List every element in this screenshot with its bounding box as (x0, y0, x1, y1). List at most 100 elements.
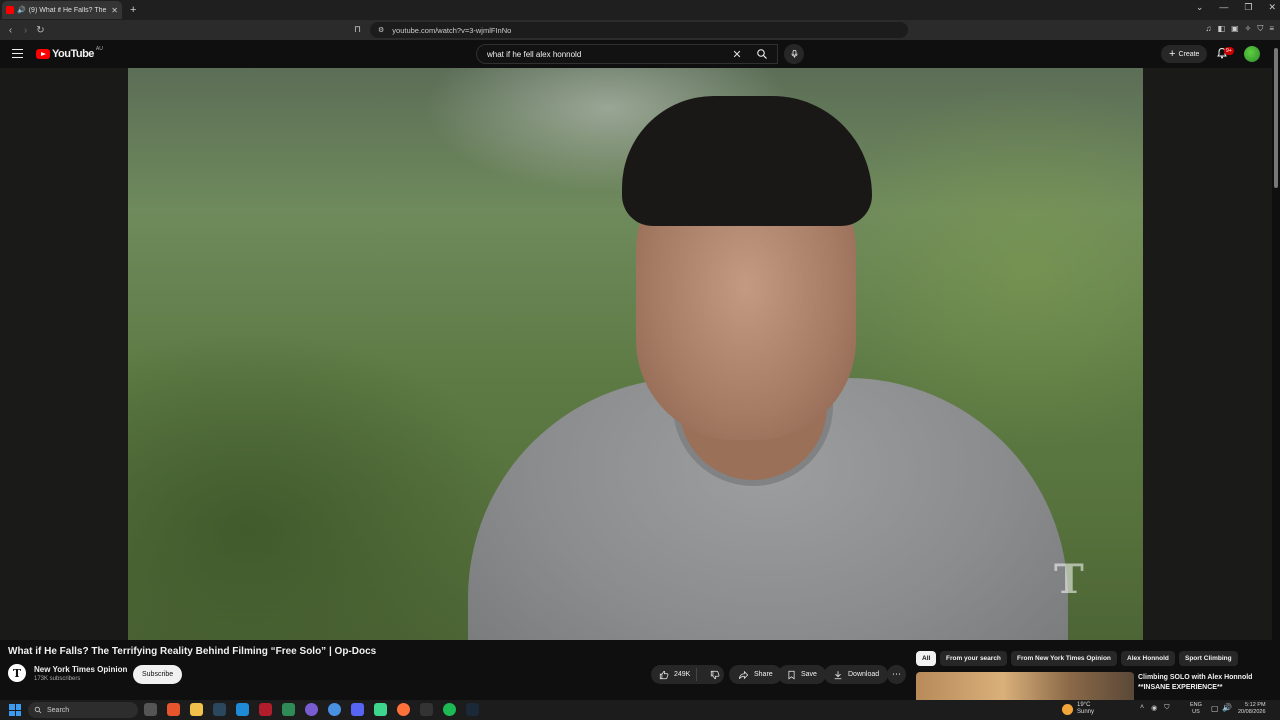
chrome-icon[interactable] (328, 703, 341, 716)
keyboard-region: US (1192, 709, 1200, 715)
share-button[interactable]: Share (729, 665, 782, 684)
leo-icon[interactable]: ✧ (1245, 24, 1252, 34)
chip-all[interactable]: All (916, 651, 937, 666)
weather-desc: Sunny (1077, 709, 1095, 715)
taskbar-search[interactable]: Search (28, 702, 138, 718)
language-indicator[interactable]: ENG US (1190, 702, 1202, 716)
microphone-icon (791, 49, 797, 58)
weather-widget[interactable]: 19°C Sunny (1062, 702, 1094, 716)
vscode-icon[interactable] (236, 703, 249, 716)
search-button[interactable] (748, 44, 776, 64)
sidebar-icon[interactable]: ◧ (1218, 24, 1226, 34)
youtube-favicon-icon (6, 6, 14, 14)
new-tab-button[interactable]: + (130, 4, 136, 16)
minimize-button[interactable]: — (1219, 2, 1228, 13)
download-label: Download (848, 671, 880, 678)
obs-icon[interactable] (305, 703, 318, 716)
app-teal-icon[interactable] (374, 703, 387, 716)
recommended-title[interactable]: Climbing SOLO with Alex Honnold **INSANE… (1138, 673, 1268, 693)
site-info-icon[interactable]: ⚙ (378, 26, 384, 34)
video-frame[interactable]: T (128, 68, 1143, 640)
thumbs-down-icon (711, 670, 720, 679)
search-query: what if he fell alex honnold (487, 49, 582, 59)
account-avatar[interactable] (1244, 46, 1260, 62)
taskbar-apps (144, 703, 479, 716)
hamburger-menu-icon[interactable] (12, 49, 23, 58)
video-title: What if He Falls? The Terrifying Reality… (8, 646, 377, 657)
clock-time: 5:12 PM (1245, 702, 1266, 708)
recommended-thumbnail[interactable] (916, 672, 1134, 700)
browser-tab[interactable]: 🔊 (9) What if He Falls? The Terri ✕ (2, 1, 122, 19)
like-button[interactable]: 249K (651, 668, 698, 681)
create-button[interactable]: + Create (1161, 45, 1208, 63)
voice-search-button[interactable] (784, 44, 804, 64)
search-input[interactable]: what if he fell alex honnold ✕ (476, 44, 778, 64)
channel-avatar[interactable]: T (8, 664, 26, 682)
download-button[interactable]: Download (824, 665, 889, 684)
browser-toolbar-icons: ♫ ◧ ▣ ✧ ⛉ ≡ (1206, 24, 1275, 34)
volume-icon[interactable]: 🔊 (1222, 703, 1232, 712)
discord-icon[interactable] (351, 703, 364, 716)
dislike-button[interactable] (702, 670, 728, 680)
clear-search-icon[interactable]: ✕ (727, 48, 747, 61)
browser-tab-bar: 🔊 (9) What if He Falls? The Terri ✕ + ⌄ … (0, 0, 1280, 20)
close-window-button[interactable]: ✕ (1268, 2, 1276, 13)
subscribe-button[interactable]: Subscribe (133, 665, 183, 684)
close-tab-icon[interactable]: ✕ (111, 6, 118, 15)
scrollbar-thumb[interactable] (1274, 48, 1278, 188)
like-count: 249K (674, 671, 691, 678)
app-green-icon[interactable] (282, 703, 295, 716)
more-actions-button[interactable]: ⋯ (887, 665, 906, 684)
nyt-watermark-icon: T (1054, 556, 1084, 603)
steam-alt-icon[interactable] (466, 703, 479, 716)
reload-button[interactable]: ↻ (33, 25, 48, 36)
sun-icon (1062, 703, 1073, 715)
spotify-icon[interactable] (443, 703, 456, 716)
tray-chevron-icon[interactable]: ˄ (1140, 704, 1144, 712)
terminal-icon[interactable] (420, 703, 433, 716)
back-button[interactable]: ‹ (3, 25, 18, 36)
taskbar-clock[interactable]: 5:12 PM 20/08/2026 (1238, 702, 1266, 716)
vpn-icon[interactable]: ⛉ (1257, 24, 1263, 34)
file-explorer-icon[interactable] (190, 703, 203, 716)
bookmark-icon[interactable]: ⊓ (354, 24, 361, 35)
windows-start-icon[interactable] (9, 704, 21, 716)
share-label: Share (754, 671, 773, 678)
task-view-icon[interactable] (144, 703, 157, 716)
chip-alex-honnold[interactable]: Alex Honnold (1121, 651, 1175, 666)
video-player[interactable]: T (0, 68, 1272, 640)
windows-taskbar: Search 19°C Sunny ˄ ◉ ⛉ ENG US ▢ 🔊 5:12 (0, 700, 1280, 720)
youtube-header: YouTube AU what if he fell alex honnold … (0, 40, 1280, 68)
channel-name[interactable]: New York Times Opinion (34, 665, 127, 674)
chip-sport-climbing[interactable]: Sport Climbing (1179, 651, 1238, 666)
speaker-icon[interactable]: 🔊 (17, 6, 26, 14)
chip-from-your-search[interactable]: From your search (940, 651, 1007, 666)
media-icon[interactable]: ♫ (1206, 24, 1212, 34)
network-icon[interactable]: ▢ (1211, 704, 1219, 713)
wallet-icon[interactable]: ▣ (1231, 24, 1239, 34)
chip-from-nyt-opinion[interactable]: From New York Times Opinion (1011, 651, 1117, 666)
url-field[interactable]: ⚙ youtube.com/watch?v=3-wjmlFInNo (370, 22, 908, 38)
page-scrollbar[interactable] (1272, 40, 1280, 700)
search-icon (757, 49, 767, 59)
country-code: AU (95, 46, 103, 52)
create-label: Create (1178, 50, 1200, 58)
search-icon (34, 706, 42, 714)
subscriber-count: 173K subscribers (34, 676, 81, 682)
address-bar-row: ‹ › ↻ ⊓ ⚙ youtube.com/watch?v=3-wjmlFInN… (0, 20, 1280, 40)
tray-security-icon[interactable]: ⛉ (1164, 704, 1169, 712)
maximize-button[interactable]: ❐ (1244, 2, 1252, 13)
bookmark-save-icon (788, 670, 795, 679)
youtube-play-icon (36, 49, 50, 59)
app-red-icon[interactable] (259, 703, 272, 716)
youtube-logo[interactable]: YouTube AU (36, 46, 103, 60)
tray-app-icon[interactable]: ◉ (1151, 704, 1157, 712)
brave-browser-icon[interactable] (167, 703, 180, 716)
tab-search-icon[interactable]: ⌄ (1196, 2, 1204, 13)
steam-icon[interactable] (213, 703, 226, 716)
share-icon (738, 670, 749, 679)
save-button[interactable]: Save (778, 665, 826, 684)
menu-icon[interactable]: ≡ (1269, 24, 1274, 34)
forward-button[interactable]: › (18, 25, 33, 36)
firefox-icon[interactable] (397, 703, 410, 716)
